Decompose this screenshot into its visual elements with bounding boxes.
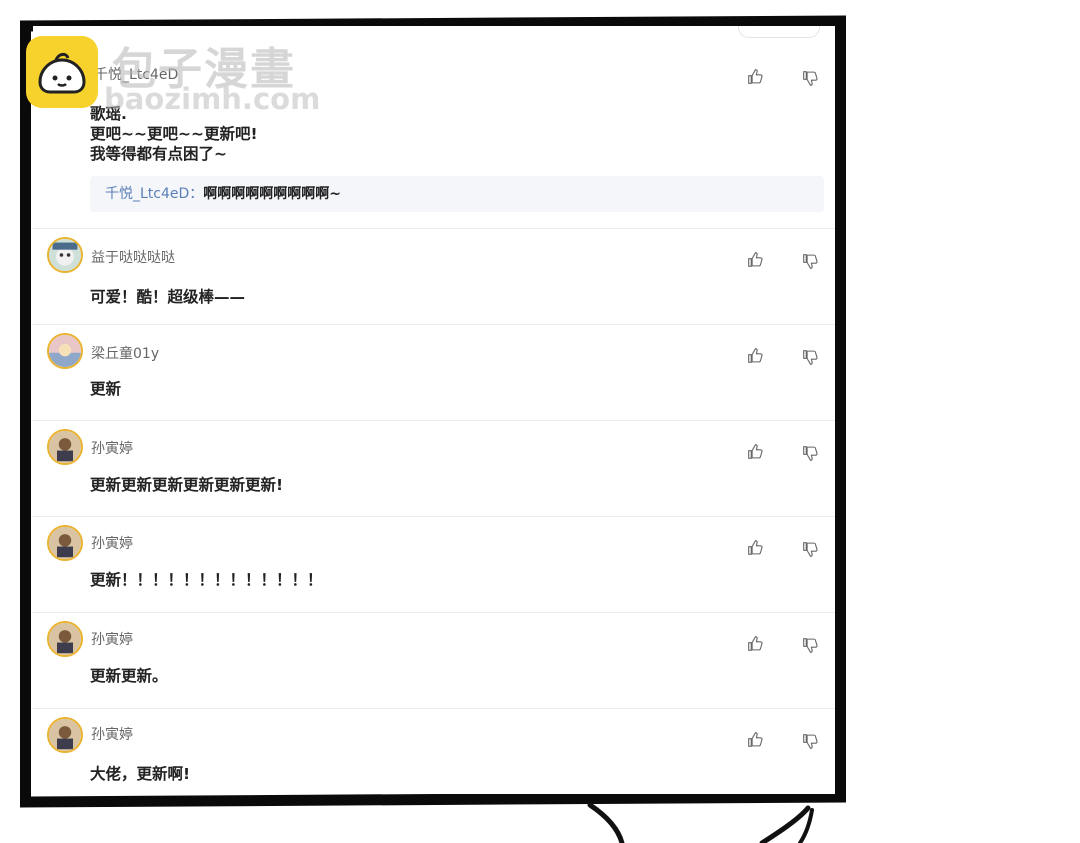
reply-preview[interactable]: 千悦_Ltc4eD：啊啊啊啊啊啊啊啊啊~ xyxy=(90,176,824,212)
thumbs-down-icon[interactable] xyxy=(801,252,819,270)
thumbs-up-icon[interactable] xyxy=(746,442,764,460)
avatar[interactable] xyxy=(47,237,83,273)
thumbs-down-icon[interactable] xyxy=(801,444,819,462)
thumbs-down-icon[interactable] xyxy=(801,540,819,558)
comment-username[interactable]: 孙寅婷 xyxy=(91,629,133,649)
thumbs-down-icon[interactable] xyxy=(801,732,819,750)
comment-username[interactable]: 梁丘童01y xyxy=(91,343,159,363)
comment-username[interactable]: 孙寅婷 xyxy=(91,438,133,458)
avatar[interactable] xyxy=(47,429,83,465)
thumbs-up-icon[interactable] xyxy=(746,538,764,556)
comment-list: 千悦_Ltc4eD 歌瑶. 更吧~~更吧~~更新吧! 我等得都有点困了~ 千悦_… xyxy=(33,26,835,794)
reply-text: 啊啊啊啊啊啊啊啊啊~ xyxy=(203,186,342,202)
thumbs-down-icon[interactable] xyxy=(801,348,819,366)
thumbs-down-icon[interactable] xyxy=(801,636,819,654)
avatar[interactable] xyxy=(47,333,83,369)
thumbs-down-icon[interactable] xyxy=(801,69,819,87)
comment-text: 更新更新。 xyxy=(90,667,168,685)
comment-item: 益于哒哒哒哒 可爱！酷！超级棒—— xyxy=(33,229,835,325)
comment-username[interactable]: 益于哒哒哒哒 xyxy=(91,247,175,267)
thumbs-up-icon[interactable] xyxy=(746,634,764,652)
comment-username[interactable]: 孙寅婷 xyxy=(91,533,133,553)
avatar[interactable] xyxy=(47,717,83,753)
thumbs-up-icon[interactable] xyxy=(746,730,764,748)
reply-separator: ： xyxy=(189,186,204,202)
avatar[interactable] xyxy=(47,621,83,657)
watermark-url: baozimh.com xyxy=(104,82,321,116)
comic-drawing-legs xyxy=(587,802,814,843)
thumbs-up-icon[interactable] xyxy=(746,346,764,364)
comment-text: 更新！！！！！！！！！！！！！ xyxy=(90,571,323,589)
reply-username[interactable]: 千悦_Ltc4eD xyxy=(105,186,189,202)
avatar[interactable] xyxy=(47,525,83,561)
watermark-logo xyxy=(26,36,98,108)
comment-item: 孙寅婷 更新更新更新更新更新更新! xyxy=(33,421,835,517)
comment-item: 孙寅婷 大佬，更新啊! xyxy=(33,709,835,794)
comment-text: 更新更新更新更新更新更新! xyxy=(90,476,284,494)
thumbs-up-icon[interactable] xyxy=(746,67,764,85)
comment-text: 更新 xyxy=(90,380,122,398)
comment-item: 孙寅婷 更新更新。 xyxy=(33,613,835,709)
comment-username[interactable]: 孙寅婷 xyxy=(91,724,133,744)
comment-text: 大佬，更新啊! xyxy=(90,765,191,783)
thumbs-up-icon[interactable] xyxy=(746,250,764,268)
comment-item: 梁丘童01y 更新 xyxy=(33,325,835,421)
comment-text: 可爱！酷！超级棒—— xyxy=(90,288,246,306)
comment-item: 孙寅婷 更新！！！！！！！！！！！！！ xyxy=(33,517,835,613)
